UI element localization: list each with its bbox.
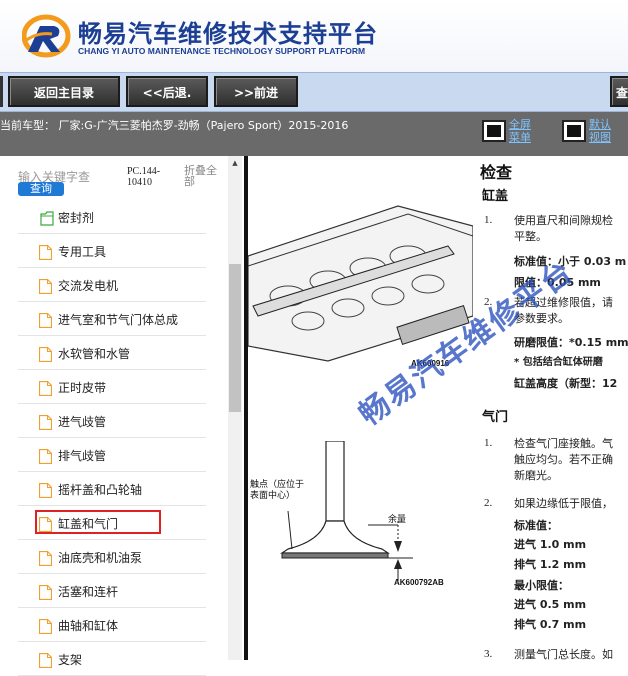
tree-item[interactable]: 水软管和水管 bbox=[18, 336, 206, 370]
spec-note: * 包括结合缸体研磨 bbox=[514, 357, 603, 368]
forward-button[interactable]: >>前进 bbox=[214, 76, 298, 107]
spec-value: 排气 0.7 mm bbox=[514, 618, 587, 631]
tree-item-label: 进气室和节气门体总成 bbox=[58, 313, 179, 327]
tree-item-label: 交流发电机 bbox=[58, 279, 119, 293]
document-view: 检查 缸盖 1. 使用直尺和间隙规检 平整。 标准值：小于 0.03 m 限值：… bbox=[248, 156, 628, 660]
spec-value: 进气 0.5 mm bbox=[514, 598, 587, 611]
document-icon bbox=[39, 585, 52, 600]
app-header: 畅易汽车维修技术支持平台 CHANG YI AUTO MAINTENANCE T… bbox=[0, 0, 628, 72]
navigation-tree-panel: 输入关键字查 查询 PC.144- 10410 折叠全 部 密封剂 专用工具 交流发… bbox=[0, 156, 245, 676]
spec-label: 标准值： bbox=[514, 519, 558, 532]
fullscreen-button[interactable] bbox=[482, 120, 506, 142]
tree-item[interactable]: 正时皮带 bbox=[18, 370, 206, 404]
step-number: 1. bbox=[484, 214, 493, 226]
fullscreen-label-line1: 全屏 bbox=[509, 118, 531, 131]
spec-value: 缸盖高度（新型：12 bbox=[514, 377, 618, 390]
default-view-button[interactable] bbox=[562, 120, 586, 142]
scroll-thumb[interactable] bbox=[229, 264, 241, 412]
document-icon bbox=[39, 245, 52, 260]
tree-scrollbar[interactable]: ▲ bbox=[228, 156, 242, 660]
step-text: 测量气门总长度。如 bbox=[514, 648, 613, 660]
back-button[interactable]: <<后退. bbox=[126, 76, 208, 107]
tree-item-label: 水软管和水管 bbox=[58, 347, 131, 361]
doc-heading: 检查 bbox=[480, 163, 513, 182]
document-icon bbox=[39, 551, 52, 566]
step-text: 新磨光。 bbox=[514, 469, 558, 482]
toolbar: 返回主目录 <<后退. >>前进 查 bbox=[0, 72, 628, 112]
figure-label-line1: 触点（应位于 bbox=[250, 479, 305, 489]
collapse-label-line2: 部 bbox=[184, 175, 195, 188]
tree-item[interactable]: 专用工具 bbox=[18, 234, 206, 268]
pc-reference-line1: PC.144- bbox=[127, 166, 161, 177]
document-icon bbox=[39, 653, 52, 668]
search-button[interactable]: 查询 bbox=[18, 182, 64, 196]
document-icon bbox=[39, 415, 52, 430]
spec-value: 排气 1.2 mm bbox=[514, 558, 587, 571]
tree-item[interactable]: 密封剂 bbox=[18, 200, 206, 234]
pc-reference-line2: 10410 bbox=[127, 177, 152, 188]
tree-item[interactable]: 进气歧管 bbox=[18, 404, 206, 438]
valve-figure bbox=[248, 441, 473, 591]
app-title: 畅易汽车维修技术支持平台 bbox=[78, 20, 378, 48]
tree-item[interactable]: 支架 bbox=[18, 642, 206, 676]
tree-item[interactable]: 摇杆盖和凸轮轴 bbox=[18, 472, 206, 506]
tree-item-label: 专用工具 bbox=[58, 245, 107, 259]
toolbar-edge bbox=[0, 76, 3, 107]
step-number: 1. bbox=[484, 437, 493, 449]
figure-margin-label: 余量 bbox=[388, 514, 407, 524]
collapse-all-link[interactable]: 折叠全 部 bbox=[184, 165, 224, 187]
figure-caption: AK600792AB bbox=[394, 578, 444, 587]
tree-item[interactable]: 进气室和节气门体总成 bbox=[18, 302, 206, 336]
current-vehicle-text: 当前车型： 厂家:G-广汽三菱帕杰罗-劲畅（Pajero Sport）2015-… bbox=[0, 119, 349, 132]
document-icon bbox=[39, 381, 52, 396]
step-text: 如果边缘低于限值， bbox=[514, 497, 613, 510]
step-text: 平整。 bbox=[514, 230, 547, 243]
pc-reference: PC.144- 10410 bbox=[127, 166, 177, 188]
tree-item[interactable]: 油底壳和机油泵 bbox=[18, 540, 206, 574]
figure-label-line2: 表面中心） bbox=[250, 490, 296, 500]
step-text: 触应均匀。若不正确 bbox=[514, 453, 613, 466]
tree-item[interactable]: 交流发电机 bbox=[18, 268, 206, 302]
doc-subheading: 缸盖 bbox=[482, 189, 509, 204]
default-label-line2: 视图 bbox=[589, 131, 611, 144]
spec-label: 最小限值： bbox=[514, 579, 569, 592]
spec-value: 研磨限值：*0.15 mm bbox=[514, 336, 628, 349]
document-icon bbox=[39, 449, 52, 464]
vehicle-info-bar: 当前车型： 厂家:G-广汽三菱帕杰罗-劲畅（Pajero Sport）2015-… bbox=[0, 112, 628, 156]
tree-item-label: 正时皮带 bbox=[58, 381, 107, 395]
document-icon bbox=[39, 279, 52, 294]
tree-item[interactable]: 活塞和连杆 bbox=[18, 574, 206, 608]
step-number: 3. bbox=[484, 648, 493, 660]
selected-item-highlight bbox=[35, 510, 161, 534]
document-icon bbox=[39, 619, 52, 634]
tree-item-label: 曲轴和缸体 bbox=[58, 619, 119, 633]
tree-item-label: 排气歧管 bbox=[58, 449, 107, 463]
document-icon bbox=[39, 347, 52, 362]
default-view-link[interactable]: 默认 视图 bbox=[589, 118, 611, 144]
tree-item-label: 进气歧管 bbox=[58, 415, 107, 429]
fullscreen-label-line2: 菜单 bbox=[509, 131, 531, 144]
step-text: 检查气门座接触。气 bbox=[514, 437, 613, 450]
figure-label: 触点（应位于 表面中心） bbox=[250, 479, 304, 501]
tree-item-label: 密封剂 bbox=[58, 211, 95, 225]
default-label-line1: 默认 bbox=[589, 118, 611, 131]
fullscreen-menu-link[interactable]: 全屏 菜单 bbox=[509, 118, 531, 144]
home-button[interactable]: 返回主目录 bbox=[8, 76, 120, 107]
tree-item-label: 摇杆盖和凸轮轴 bbox=[58, 483, 143, 497]
step-number: 2. bbox=[484, 497, 493, 509]
scroll-up-arrow-icon[interactable]: ▲ bbox=[228, 158, 242, 168]
logo-icon bbox=[22, 14, 71, 58]
spec-value: 进气 1.0 mm bbox=[514, 538, 587, 551]
document-icon bbox=[39, 483, 52, 498]
folder-icon bbox=[40, 211, 54, 226]
tree-item[interactable]: 排气歧管 bbox=[18, 438, 206, 472]
tree-item-label: 油底壳和机油泵 bbox=[58, 551, 143, 565]
document-icon bbox=[39, 313, 52, 328]
app-subtitle: CHANG YI AUTO MAINTENANCE TECHNOLOGY SUP… bbox=[78, 46, 366, 56]
query-button[interactable]: 查 bbox=[610, 76, 628, 107]
step-text: 使用直尺和间隙规检 bbox=[514, 214, 613, 227]
tree-item-label: 活塞和连杆 bbox=[58, 585, 119, 599]
doc-subheading-valve: 气门 bbox=[482, 410, 509, 425]
tree-item[interactable]: 曲轴和缸体 bbox=[18, 608, 206, 642]
